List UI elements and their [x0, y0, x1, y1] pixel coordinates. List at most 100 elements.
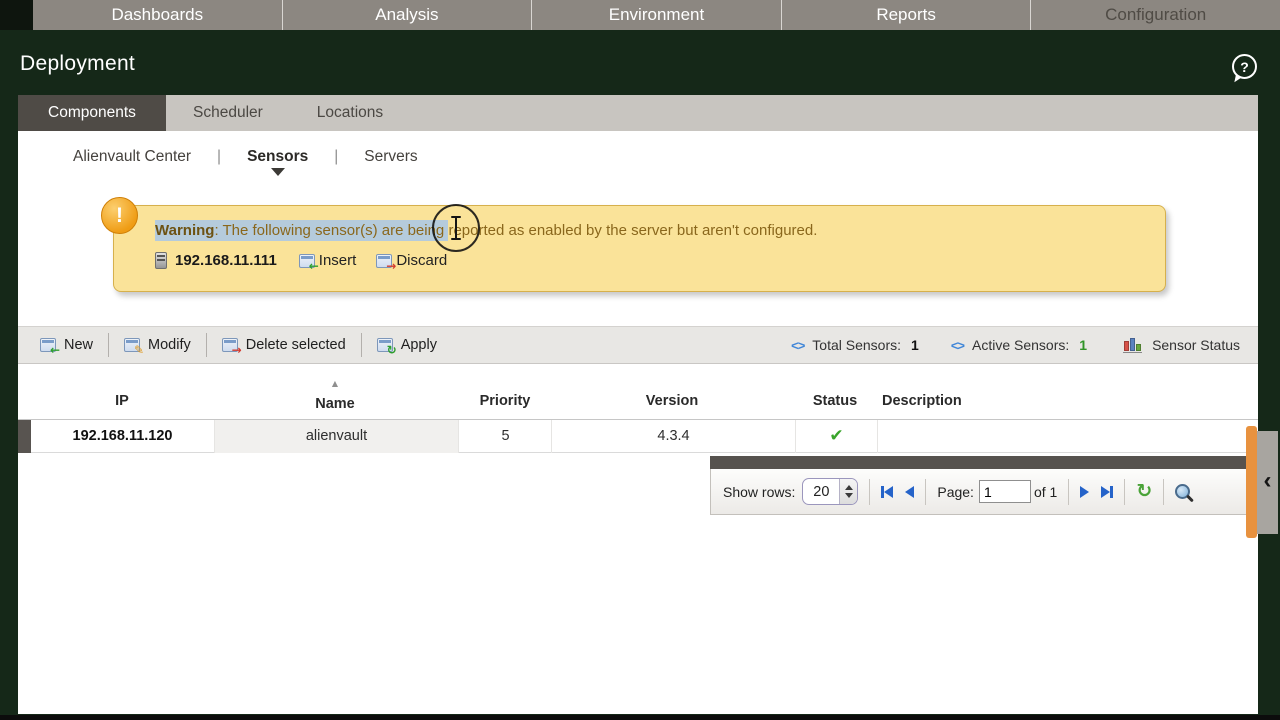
- subnav-item-servers[interactable]: Servers: [364, 148, 417, 166]
- top-left-corner: [0, 0, 33, 30]
- cell-name: alienvault: [214, 420, 459, 453]
- collapse-panel-handle[interactable]: ‹: [1257, 431, 1278, 534]
- toolbar-divider: [205, 333, 207, 357]
- warning-remaining-text: reported as enabled by the server but ar…: [448, 222, 818, 239]
- cell-version: 4.3.4: [551, 420, 795, 453]
- subnav-sensors-label: Sensors: [247, 148, 309, 165]
- cell-status-check-icon: ✔: [795, 420, 877, 453]
- sort-ascending-icon[interactable]: ▲: [275, 379, 395, 388]
- delete-icon: →: [221, 338, 242, 356]
- prev-page-button[interactable]: [905, 485, 915, 498]
- active-subnav-caret-icon: [270, 168, 285, 176]
- sensor-status-chart-icon: [1123, 337, 1143, 353]
- apply-icon: ↻: [376, 338, 397, 356]
- cell-priority: 5: [501, 428, 510, 444]
- row-selection-handle[interactable]: [18, 420, 31, 453]
- pagination-divider: [925, 478, 927, 505]
- search-button[interactable]: [1175, 484, 1195, 503]
- sensor-stats: <> Total Sensors: 1 <> Active Sensors: 1…: [791, 337, 1240, 353]
- page-input[interactable]: [978, 480, 1031, 503]
- column-header-ip[interactable]: IP: [72, 393, 172, 409]
- active-sensors-value: 1: [1079, 337, 1088, 353]
- new-icon: ←: [40, 338, 60, 356]
- sensor-host-icon: [155, 252, 167, 269]
- selected-text-highlight: Warning: The following sensor(s) are bei…: [155, 220, 449, 241]
- pagination-divider: [1163, 478, 1165, 505]
- warning-label: Warning: [155, 222, 215, 239]
- subnav-item-sensors[interactable]: Sensors: [247, 148, 309, 176]
- refresh-button[interactable]: ↻: [1136, 482, 1152, 501]
- last-page-button[interactable]: [1101, 485, 1114, 498]
- modify-button[interactable]: ✎ Modify: [124, 337, 191, 356]
- pagination-bar: Show rows: 20 Page: of 1 ↻: [710, 469, 1256, 515]
- pagination-divider: [1068, 478, 1070, 505]
- active-sensors-label: Active Sensors:: [972, 337, 1070, 353]
- column-header-description[interactable]: Description: [882, 393, 1012, 409]
- tab-scheduler[interactable]: Scheduler: [166, 95, 290, 131]
- sensor-status-link[interactable]: Sensor Status: [1152, 337, 1240, 353]
- first-page-button[interactable]: [881, 485, 894, 498]
- warning-banner: ! Warning: The following sensor(s) are b…: [101, 197, 1166, 292]
- help-bubble-tail: [1234, 75, 1243, 84]
- rows-stepper-arrows[interactable]: [839, 479, 858, 504]
- cell-ip: 192.168.11.120: [72, 428, 173, 444]
- subnav-separator: |: [217, 148, 222, 165]
- nav-item-configuration[interactable]: Configuration: [1030, 0, 1280, 30]
- discard-sensor-link[interactable]: → Discard: [376, 252, 448, 272]
- warning-exclamation-icon: !: [101, 197, 138, 234]
- pagination-divider: [869, 478, 871, 505]
- pagination-divider: [1124, 478, 1126, 505]
- step-up-icon: [844, 485, 853, 490]
- top-navigation: Dashboards Analysis Environment Reports …: [33, 0, 1280, 30]
- tab-bar: Components Scheduler Locations: [18, 95, 1258, 131]
- total-sensors-label: Total Sensors:: [812, 337, 902, 353]
- warning-message: Warning: The following sensor(s) are bei…: [155, 220, 818, 241]
- warning-selected-text: : The following sensor(s) are being: [214, 222, 449, 239]
- page-bottom-edge: [0, 715, 1280, 720]
- app-window: Dashboards Analysis Environment Reports …: [0, 0, 1280, 720]
- tab-components[interactable]: Components: [18, 95, 166, 131]
- rows-per-page-value: 20: [813, 483, 830, 500]
- component-subnav: Alienvault Center | Sensors | Servers: [73, 148, 418, 176]
- step-down-icon: [844, 493, 853, 498]
- discard-icon: →: [376, 253, 396, 272]
- toolbar-divider: [108, 333, 110, 357]
- insert-icon: ←: [298, 253, 319, 272]
- column-header-priority[interactable]: Priority: [445, 393, 565, 409]
- nav-item-environment[interactable]: Environment: [531, 0, 781, 30]
- tab-locations[interactable]: Locations: [290, 95, 410, 131]
- sensors-toolbar: ← New ✎ Modify → Delete selected ↻ Apply…: [18, 326, 1258, 364]
- pending-sensor-ip: 192.168.11.111: [175, 252, 277, 269]
- page-label: Page:: [937, 483, 974, 500]
- help-icon[interactable]: ?: [1232, 54, 1257, 84]
- column-header-name[interactable]: Name: [275, 396, 395, 412]
- column-header-status[interactable]: Status: [790, 393, 880, 409]
- total-sensors-value: 1: [911, 337, 919, 353]
- help-question-glyph: ?: [1240, 58, 1249, 75]
- sensors-table-header: ▲ IP Name Priority Version Status Descri…: [18, 375, 1258, 420]
- page-title: Deployment: [20, 52, 136, 75]
- delete-selected-button[interactable]: → Delete selected: [221, 337, 346, 356]
- insert-sensor-link[interactable]: ← Insert: [298, 252, 356, 272]
- nav-item-reports[interactable]: Reports: [780, 0, 1031, 30]
- nav-item-analysis[interactable]: Analysis: [281, 0, 532, 30]
- next-page-button[interactable]: [1080, 485, 1090, 498]
- active-sensors-icon: <>: [950, 337, 965, 353]
- new-label: New: [64, 337, 94, 353]
- cell-description: [877, 420, 1258, 453]
- discard-label: Discard: [396, 252, 448, 269]
- apply-button[interactable]: ↻ Apply: [376, 337, 437, 356]
- new-button[interactable]: ← New: [40, 337, 94, 356]
- rows-per-page-stepper[interactable]: 20: [802, 478, 859, 505]
- modify-label: Modify: [148, 337, 191, 353]
- subnav-item-alienvault-center[interactable]: Alienvault Center: [73, 148, 191, 166]
- column-header-version[interactable]: Version: [612, 393, 732, 409]
- delete-selected-label: Delete selected: [245, 337, 346, 353]
- page-of-label: of 1: [1033, 483, 1058, 500]
- sensor-table-row[interactable]: 192.168.11.120 alienvault 5 4.3.4 ✔: [18, 420, 1258, 453]
- nav-item-dashboards[interactable]: Dashboards: [33, 0, 282, 30]
- side-panel-accent-strip: [1246, 426, 1257, 538]
- total-sensors-icon: <>: [791, 337, 805, 353]
- apply-label: Apply: [400, 337, 437, 353]
- chevron-left-icon: ‹: [1263, 467, 1272, 494]
